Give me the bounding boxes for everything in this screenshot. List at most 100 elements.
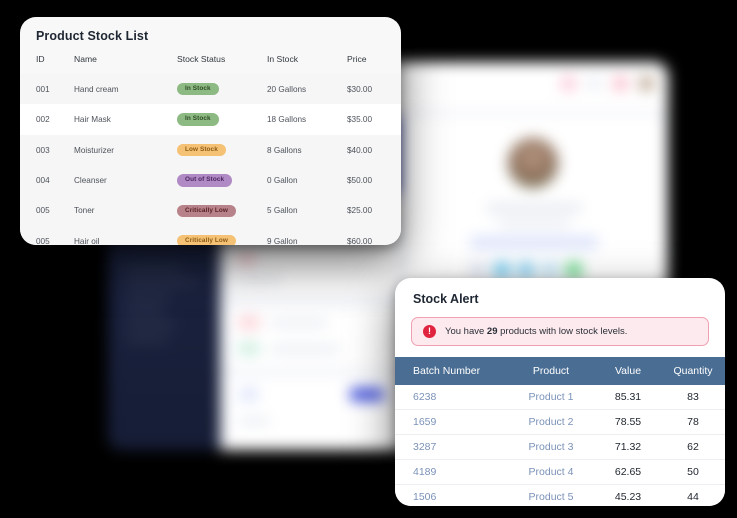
cell-in-stock: 0 Gallon: [267, 165, 347, 196]
cell-name: Toner: [74, 195, 177, 227]
cell-product: Product 4: [507, 459, 595, 485]
stock-alert-table-body: 6238 Product 1 85.31 83 1659 Product 2 78.55 78…: [395, 385, 725, 506]
cell-stock-status: Low Stock: [177, 134, 267, 166]
column-header-stock-status[interactable]: Stock Status: [177, 43, 267, 74]
message-icon: [613, 76, 628, 91]
cell-value: 71.32: [595, 434, 661, 460]
table-row[interactable]: 6238 Product 1 85.31 83: [395, 385, 725, 410]
cell-name: Cleanser: [74, 165, 177, 196]
column-header-quantity[interactable]: Quantity: [661, 357, 725, 385]
cell-stock-status: Critically Low: [177, 195, 267, 227]
cell-stock-status: In Stock: [177, 74, 267, 105]
cell-price: $35.00: [347, 104, 401, 135]
cell-in-stock: 20 Gallons: [267, 74, 347, 105]
notification-icon: [561, 76, 576, 91]
table-header-row: Batch Number Product Value Quantity: [395, 357, 725, 385]
product-stock-table-head: ID Name Stock Status In Stock Price: [20, 43, 401, 74]
alert-prefix: You have: [445, 326, 487, 337]
cell-quantity: 83: [661, 385, 725, 410]
cell-quantity: 78: [661, 409, 725, 435]
alert-count: 29: [486, 326, 498, 337]
page-title: Product Stock List: [36, 29, 149, 43]
stock-alert-table-wrap: Batch Number Product Value Quantity 6238…: [395, 357, 725, 506]
cell-name: Hand cream: [74, 74, 177, 105]
column-header-name[interactable]: Name: [74, 43, 177, 74]
cell-stock-status: In Stock: [177, 104, 267, 135]
cell-value: 62.65: [595, 459, 661, 485]
status-badge: Critically Low: [177, 235, 236, 245]
cell-name: Hair Mask: [74, 104, 177, 135]
cell-product: Product 2: [507, 409, 595, 435]
cell-price: $40.00: [347, 134, 401, 166]
cell-id: 001: [20, 74, 74, 105]
table-row[interactable]: 005 Toner Critically Low 5 Gallon $25.00: [20, 195, 401, 227]
column-header-id[interactable]: ID: [20, 43, 74, 74]
alert-suffix: products with low stock levels.: [497, 326, 628, 337]
cell-id: 002: [20, 104, 74, 135]
avatar: [639, 76, 654, 91]
cell-in-stock: 18 Gallons: [267, 104, 347, 135]
column-header-batch-number[interactable]: Batch Number: [395, 357, 507, 385]
cell-price: $50.00: [347, 165, 401, 196]
status-badge: Low Stock: [177, 143, 226, 157]
background-topbar-icons: [561, 76, 654, 91]
grid-icon: [587, 76, 602, 91]
status-badge: In Stock: [177, 113, 219, 126]
status-badge: In Stock: [177, 83, 219, 96]
stock-alert-title: Stock Alert: [413, 292, 479, 306]
column-header-price[interactable]: Price: [347, 43, 401, 74]
cell-quantity: 62: [661, 434, 725, 460]
column-header-value[interactable]: Value: [595, 357, 661, 385]
cell-batch-number: 1659: [395, 409, 507, 435]
cell-id: 003: [20, 134, 74, 166]
cell-product: Product 3: [507, 434, 595, 460]
cell-product: Product 5: [507, 484, 595, 506]
cell-batch-number: 4189: [395, 459, 507, 485]
table-row[interactable]: 004 Cleanser Out of Stock 0 Gallon $50.00: [20, 165, 401, 196]
product-stock-list-card: Product Stock List ID Name Stock Status …: [20, 17, 401, 245]
cell-product: Product 1: [507, 385, 595, 410]
table-row[interactable]: 4189 Product 4 62.65 50: [395, 459, 725, 485]
cell-id: 005: [20, 226, 74, 245]
low-stock-alert-banner: ! You have 29 products with low stock le…: [411, 317, 709, 346]
cell-value: 45.23: [595, 484, 661, 506]
cell-quantity: 50: [661, 459, 725, 485]
product-stock-table: ID Name Stock Status In Stock Price 001 H…: [20, 43, 401, 245]
cell-batch-number: 6238: [395, 385, 507, 410]
table-row[interactable]: 002 Hair Mask In Stock 18 Gallons $35.00: [20, 104, 401, 135]
cell-id: 005: [20, 195, 74, 227]
cell-in-stock: 8 Gallons: [267, 134, 347, 166]
alert-message: You have 29 products with low stock leve…: [445, 326, 627, 337]
cell-batch-number: 3287: [395, 434, 507, 460]
cell-value: 78.55: [595, 409, 661, 435]
cell-stock-status: Critically Low: [177, 226, 267, 245]
status-badge: Out of Stock: [177, 174, 233, 187]
table-row[interactable]: 003 Moisturizer Low Stock 8 Gallons $40.00: [20, 134, 401, 166]
stock-alert-table-head: Batch Number Product Value Quantity: [395, 357, 725, 385]
status-badge: Critically Low: [177, 204, 236, 218]
table-row[interactable]: 001 Hand cream In Stock 20 Gallons $30.00: [20, 74, 401, 105]
cell-in-stock: 9 Gallon: [267, 226, 347, 245]
cell-batch-number: 1506: [395, 484, 507, 506]
stock-alert-card: Stock Alert ! You have 29 products with …: [395, 278, 725, 506]
cell-in-stock: 5 Gallon: [267, 195, 347, 227]
stock-alert-table: Batch Number Product Value Quantity 6238…: [395, 357, 725, 506]
column-header-product[interactable]: Product: [507, 357, 595, 385]
table-row[interactable]: 005 Hair oil Critically Low 9 Gallon $60.00: [20, 226, 401, 245]
cell-id: 004: [20, 165, 74, 196]
cell-stock-status: Out of Stock: [177, 165, 267, 196]
cell-price: $25.00: [347, 195, 401, 227]
product-stock-table-body: 001 Hand cream In Stock 20 Gallons $30.00 002…: [20, 74, 401, 245]
table-row[interactable]: 1659 Product 2 78.55 78: [395, 409, 725, 435]
cell-name: Moisturizer: [74, 134, 177, 166]
table-row[interactable]: 3287 Product 3 71.32 62: [395, 434, 725, 460]
cell-price: $30.00: [347, 74, 401, 105]
cell-name: Hair oil: [74, 226, 177, 245]
cell-quantity: 44: [661, 484, 725, 506]
cell-price: $60.00: [347, 226, 401, 245]
screenshot-stage: Product Stock List ID Name Stock Status …: [0, 0, 737, 518]
cell-value: 85.31: [595, 385, 661, 410]
column-header-in-stock[interactable]: In Stock: [267, 43, 347, 74]
table-row[interactable]: 1506 Product 5 45.23 44: [395, 484, 725, 506]
table-header-row: ID Name Stock Status In Stock Price: [20, 43, 401, 74]
